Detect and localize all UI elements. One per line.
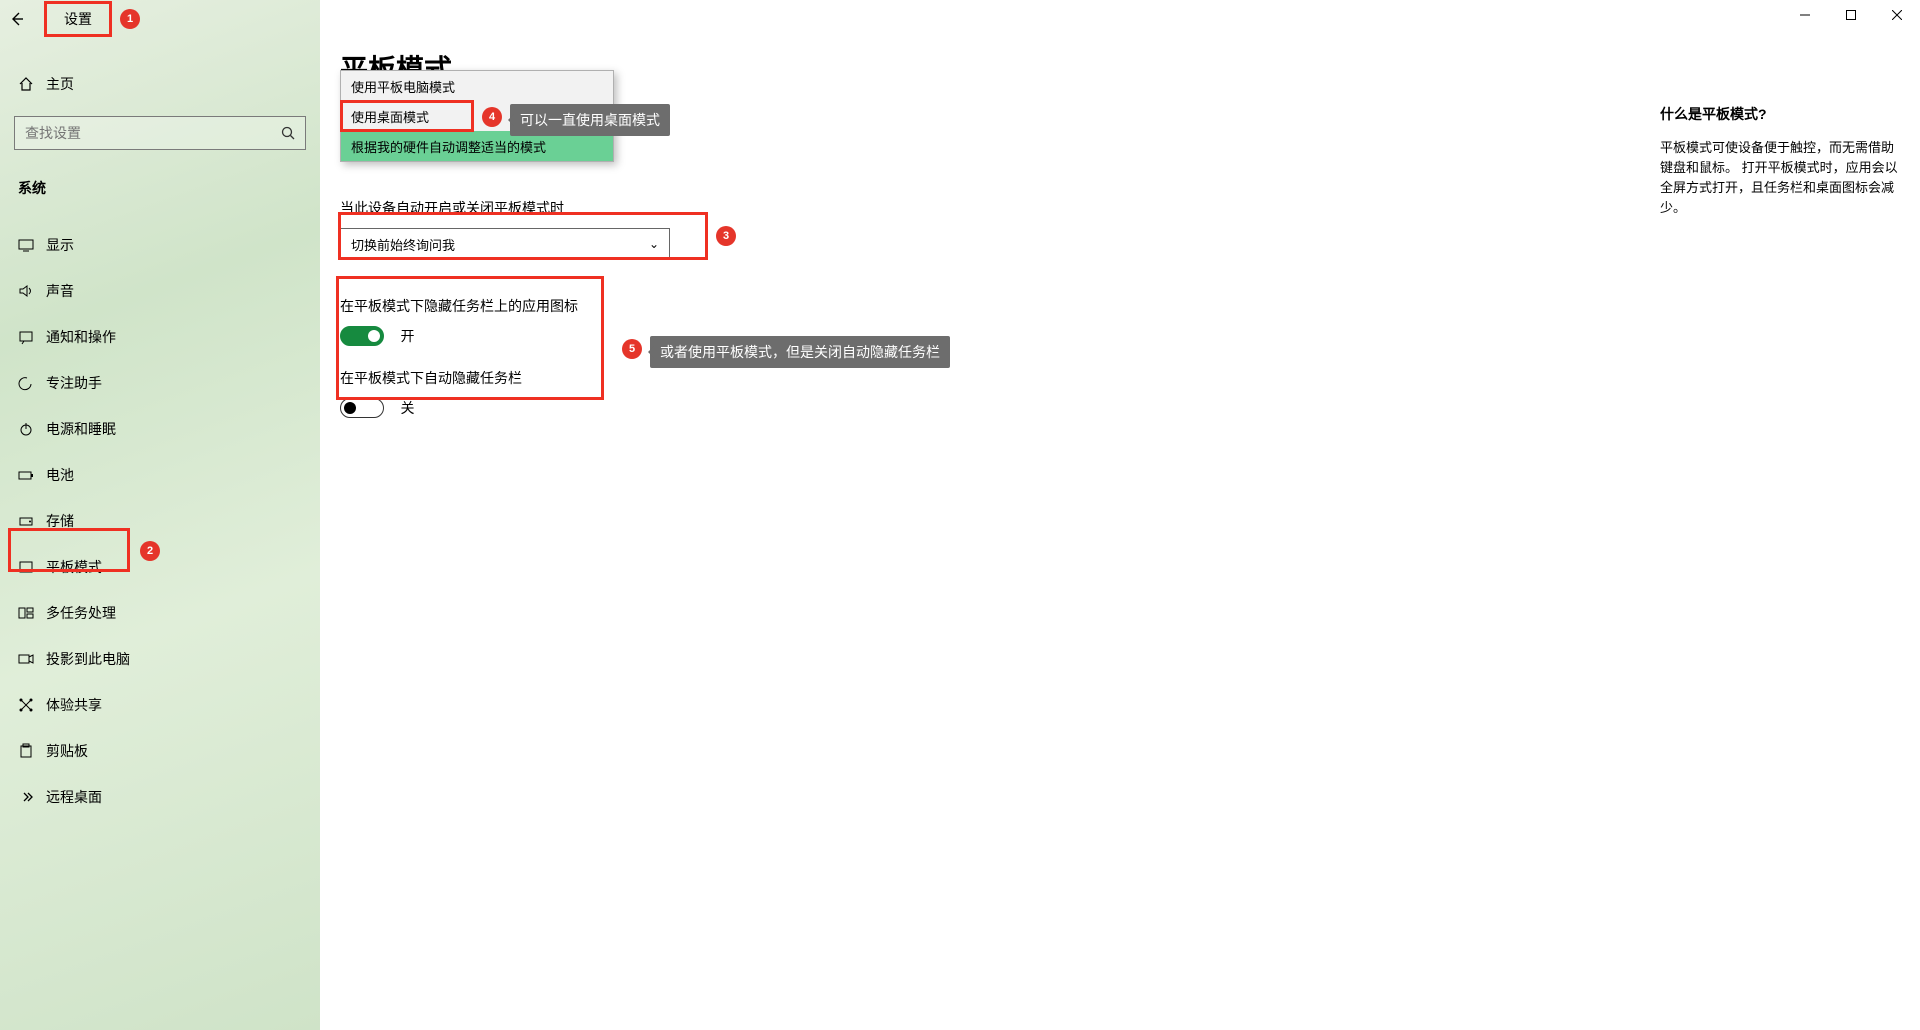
back-arrow-icon: [9, 11, 25, 27]
project-icon: [18, 651, 46, 667]
annotation-tip-5: 或者使用平板模式，但是关闭自动隐藏任务栏: [650, 336, 950, 368]
minimize-button[interactable]: [1782, 0, 1828, 30]
sidebar-item-project[interactable]: 投影到此电脑: [0, 636, 320, 682]
annotation-badge-3: 3: [716, 226, 736, 246]
clipboard-icon: [18, 743, 46, 759]
hide-icons-toggle[interactable]: [340, 326, 384, 346]
dropdown-opt-tablet[interactable]: 使用平板电脑模式: [341, 71, 613, 101]
sidebar-item-label: 专注助手: [46, 373, 102, 393]
display-icon: [18, 237, 46, 253]
annotation-tip-4-text: 可以一直使用桌面模式: [520, 110, 660, 130]
annotation-tip-4: 可以一直使用桌面模式: [510, 104, 670, 136]
sidebar-item-label: 远程桌面: [46, 787, 102, 807]
sidebar-item-remote[interactable]: 远程桌面: [0, 774, 320, 820]
autohide-state: 关: [400, 400, 414, 416]
sidebar-item-storage[interactable]: 存储: [0, 498, 320, 544]
sidebar-item-display[interactable]: 显示: [0, 222, 320, 268]
sidebar-item-label: 体验共享: [46, 695, 102, 715]
sidebar-item-label: 电源和睡眠: [46, 419, 116, 439]
share-icon: [18, 697, 46, 713]
search-input-wrap[interactable]: [14, 116, 306, 150]
sidebar-item-label: 平板模式: [46, 557, 102, 577]
sidebar-item-label: 剪贴板: [46, 741, 88, 761]
sidebar-item-label: 投影到此电脑: [46, 649, 130, 669]
battery-icon: [18, 467, 46, 483]
sidebar-item-label: 存储: [46, 511, 74, 531]
info-heading: 什么是平板模式?: [1660, 104, 1900, 124]
sidebar-item-label: 电池: [46, 465, 74, 485]
hide-icons-label: 在平板模式下隐藏任务栏上的应用图标: [340, 296, 1640, 316]
chevron-down-icon: ⌄: [649, 237, 659, 251]
annotation-badge-1: 1: [120, 9, 140, 29]
tablet-icon: [18, 559, 46, 575]
sidebar-item-power[interactable]: 电源和睡眠: [0, 406, 320, 452]
home-icon: [18, 76, 46, 92]
annotation-badge-2: 2: [140, 541, 160, 561]
notifications-icon: [18, 329, 46, 345]
sidebar-item-sound[interactable]: 声音: [0, 268, 320, 314]
close-icon: [1892, 10, 1902, 20]
back-button[interactable]: [0, 0, 34, 38]
storage-icon: [18, 513, 46, 529]
sidebar-item-tablet[interactable]: 平板模式: [0, 544, 320, 590]
sidebar-item-label: 通知和操作: [46, 327, 116, 347]
sidebar-item-multitask[interactable]: 多任务处理: [0, 590, 320, 636]
auto-mode-select[interactable]: 切换前始终询问我 ⌄: [340, 228, 670, 260]
hide-icons-state: 开: [400, 328, 414, 344]
sidebar-item-clipboard[interactable]: 剪贴板: [0, 728, 320, 774]
maximize-icon: [1846, 10, 1856, 20]
sidebar-section-label: 系统: [0, 178, 320, 198]
sidebar-item-battery[interactable]: 电池: [0, 452, 320, 498]
maximize-button[interactable]: [1828, 0, 1874, 30]
autohide-label: 在平板模式下自动隐藏任务栏: [340, 368, 1640, 388]
minimize-icon: [1800, 10, 1810, 20]
remote-icon: [18, 789, 46, 805]
sidebar-item-label: 声音: [46, 281, 74, 301]
search-input[interactable]: [15, 125, 271, 141]
sidebar-home[interactable]: 主页: [0, 64, 320, 104]
sidebar-item-label: 多任务处理: [46, 603, 116, 623]
search-icon: [271, 126, 305, 140]
sidebar-item-share[interactable]: 体验共享: [0, 682, 320, 728]
close-button[interactable]: [1874, 0, 1920, 30]
focus-icon: [18, 375, 46, 391]
power-icon: [18, 421, 46, 437]
sidebar-item-focus[interactable]: 专注助手: [0, 360, 320, 406]
autohide-toggle[interactable]: [340, 398, 384, 418]
annotation-tip-5-text: 或者使用平板模式，但是关闭自动隐藏任务栏: [660, 342, 940, 362]
annotation-badge-5: 5: [622, 339, 642, 359]
info-body: 平板模式可使设备便于触控，而无需借助键盘和鼠标。 打开平板模式时，应用会以全屏方…: [1660, 138, 1900, 219]
sidebar-home-label: 主页: [46, 74, 74, 94]
multitask-icon: [18, 605, 46, 621]
auto-mode-value: 切换前始终询问我: [351, 235, 455, 254]
window-title: 设置: [46, 1, 110, 37]
auto-mode-label: 当此设备自动开启或关闭平板模式时: [340, 198, 1640, 218]
info-panel: 什么是平板模式? 平板模式可使设备便于触控，而无需借助键盘和鼠标。 打开平板模式…: [1660, 104, 1900, 219]
sidebar: 设置 主页 系统 显示 声音 通知和操作 专注助手: [0, 0, 320, 1030]
annotation-badge-4: 4: [482, 107, 502, 127]
sidebar-item-notifications[interactable]: 通知和操作: [0, 314, 320, 360]
window-controls: [1782, 0, 1920, 30]
sidebar-item-label: 显示: [46, 235, 74, 255]
sound-icon: [18, 283, 46, 299]
